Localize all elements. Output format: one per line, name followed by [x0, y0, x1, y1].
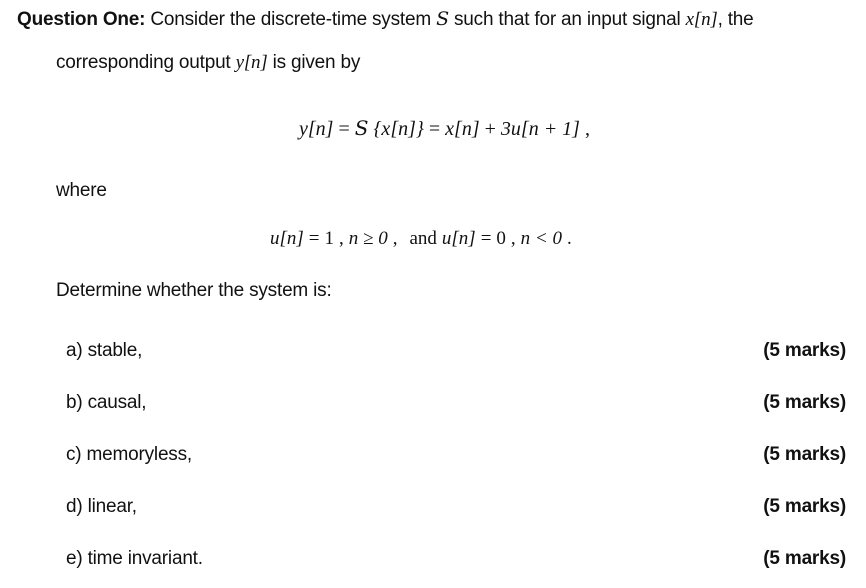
step-condition-2: n < 0: [520, 228, 562, 249]
eq-system: S: [354, 116, 369, 140]
eq-term-2: 3u[n + 1]: [500, 118, 580, 140]
eq-equals-2: =: [428, 118, 441, 140]
step-and: and: [409, 228, 437, 249]
item-causal: b) causal,: [66, 392, 147, 413]
step-end: .: [566, 228, 572, 249]
question-heading: Question One:: [17, 9, 146, 30]
step-value-2: 0: [496, 228, 506, 249]
where-label: where: [56, 180, 107, 201]
system-symbol: S: [436, 8, 449, 30]
question-intro-line2: corresponding output y[n] is given by: [56, 52, 360, 74]
intro-text-4: corresponding output: [56, 52, 236, 73]
intro-text-1: Consider the discrete-time system: [145, 9, 437, 30]
intro-text-5: is given by: [267, 52, 361, 73]
marks-stable: (5 marks): [763, 340, 846, 361]
step-equals-1: =: [308, 228, 320, 249]
step-value-1: 1: [324, 228, 335, 249]
step-comma-3: ,: [510, 228, 516, 249]
input-signal: x[n]: [685, 9, 718, 30]
intro-text-2: such that for an input signal: [448, 9, 686, 30]
determine-prompt: Determine whether the system is:: [56, 280, 332, 301]
intro-text-3: , the: [717, 9, 754, 30]
main-equation: y[n] = S {x[n]} = x[n] +3u[n + 1],: [299, 116, 590, 141]
eq-term-1: x[n]: [445, 118, 480, 140]
eq-end: ,: [584, 118, 590, 140]
item-stable: a) stable,: [66, 340, 143, 361]
eq-argument: {x[n]}: [373, 118, 424, 140]
step-definition: u[n] = 1, n ≥ 0, and u[n] = 0, n < 0.: [270, 227, 572, 250]
item-time-invariant: e) time invariant.: [66, 548, 203, 569]
eq-lhs: y[n]: [299, 118, 334, 140]
marks-linear: (5 marks): [763, 496, 846, 517]
step-condition-1: n ≥ 0: [348, 228, 388, 249]
eq-equals-1: =: [338, 118, 350, 140]
marks-time-invariant: (5 marks): [763, 548, 846, 569]
step-comma-1: ,: [339, 228, 344, 249]
step-lhs-1: u[n]: [270, 228, 304, 249]
marks-memoryless: (5 marks): [763, 444, 846, 465]
item-linear: d) linear,: [66, 496, 137, 517]
marks-causal: (5 marks): [763, 392, 846, 413]
step-comma-2: ,: [392, 228, 398, 249]
step-equals-2: =: [480, 228, 492, 249]
output-signal: y[n]: [235, 52, 268, 73]
question-intro-line1: Question One: Consider the discrete-time…: [17, 8, 754, 31]
item-memoryless: c) memoryless,: [66, 444, 192, 465]
step-lhs-2: u[n]: [441, 228, 476, 249]
eq-plus: +: [484, 118, 496, 140]
